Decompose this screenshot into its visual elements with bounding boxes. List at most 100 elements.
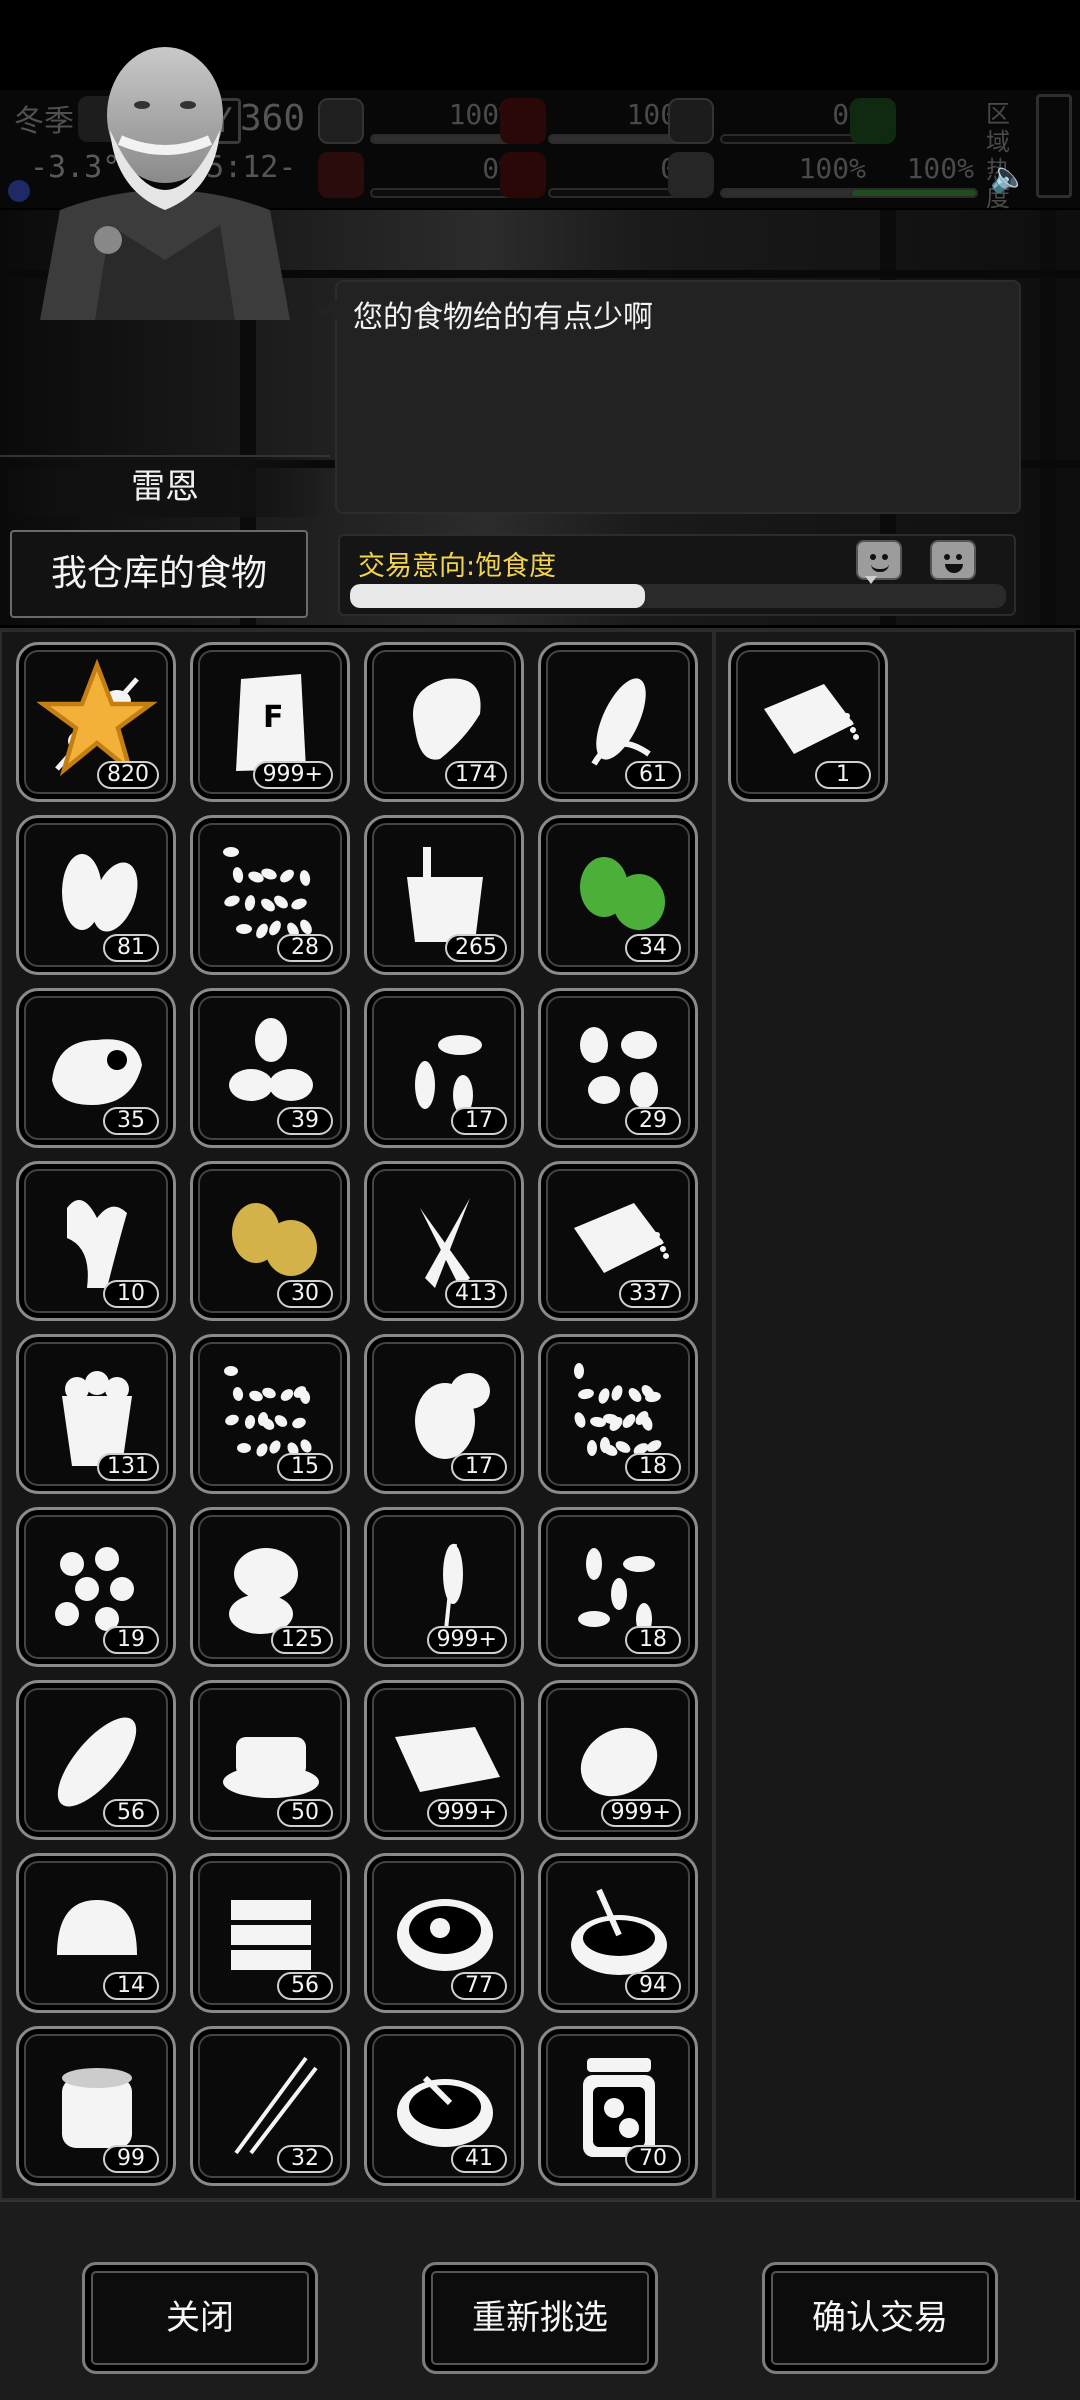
item-count: 265: [445, 934, 507, 962]
item-count: 17: [451, 1107, 507, 1135]
inventory-slot[interactable]: 18: [538, 1507, 698, 1667]
item-count: 999+: [426, 1799, 507, 1827]
item-count: 30: [277, 1280, 333, 1308]
fatigue-stat: 0%: [370, 152, 520, 202]
heat-gauge: [1036, 94, 1072, 198]
item-count: 81: [103, 934, 159, 962]
mood-stat: 100%: [720, 152, 870, 202]
inventory-slot[interactable]: 999+: [364, 1507, 524, 1667]
stomach-icon: [668, 98, 714, 144]
item-count: 14: [103, 1972, 159, 2000]
item-count: 1: [815, 761, 871, 789]
item-count: 18: [625, 1453, 681, 1481]
item-count: 19: [103, 1626, 159, 1654]
item-count: 337: [619, 1280, 681, 1308]
inventory-slot[interactable]: 32: [190, 2026, 350, 2186]
inventory-panel: 820 F 999+ 174 61 81 28 265 34 35 39 17 29 10 30 413 337…: [0, 630, 714, 2200]
inventory-slot[interactable]: 999+: [538, 1680, 698, 1840]
health-stat: 100%: [370, 98, 520, 148]
svg-text:F: F: [263, 700, 284, 735]
item-count: 820: [97, 761, 159, 789]
item-count: 77: [451, 1972, 507, 2000]
inventory-slot[interactable]: 125: [190, 1507, 350, 1667]
inventory-slot[interactable]: 39: [190, 988, 350, 1148]
inventory-slot[interactable]: 17: [364, 1334, 524, 1494]
inventory-slot[interactable]: 19: [16, 1507, 176, 1667]
inventory-slot[interactable]: 41: [364, 2026, 524, 2186]
item-count: 131: [97, 1453, 159, 1481]
item-count: 174: [445, 761, 507, 789]
inventory-slot[interactable]: 131: [16, 1334, 176, 1494]
item-count: 28: [277, 934, 333, 962]
trade-progress-bar: [350, 584, 1006, 608]
inventory-slot[interactable]: 30: [190, 1161, 350, 1321]
dialogue-text: 您的食物给的有点少啊: [353, 300, 653, 335]
item-count: 18: [625, 1626, 681, 1654]
item-count: 999+: [252, 761, 333, 789]
inventory-slot[interactable]: 413: [364, 1161, 524, 1321]
speaker-icon[interactable]: 🔈: [990, 160, 1027, 195]
inventory-slot[interactable]: 820: [16, 642, 176, 802]
inventory-slot[interactable]: 77: [364, 1853, 524, 2013]
heart-icon: [668, 152, 714, 198]
item-count: 999+: [426, 1626, 507, 1654]
item-count: 70: [625, 2145, 681, 2173]
inventory-slot[interactable]: 174: [364, 642, 524, 802]
threshold-marker: [865, 576, 877, 584]
reselect-button[interactable]: 重新挑选: [422, 2262, 658, 2374]
inventory-slot[interactable]: 61: [538, 642, 698, 802]
npc-name: 雷恩: [0, 455, 330, 517]
item-count: 29: [625, 1107, 681, 1135]
item-count: 34: [625, 934, 681, 962]
inventory-slot[interactable]: F 999+: [190, 642, 350, 802]
inventory-slot[interactable]: 14: [16, 1853, 176, 2013]
inventory-slot[interactable]: 56: [190, 1853, 350, 2013]
item-count: 61: [625, 761, 681, 789]
selected-items-panel: 1: [714, 630, 1076, 2200]
item-count: 125: [271, 1626, 333, 1654]
thirst-icon: [500, 152, 546, 198]
sanity-icon: [850, 98, 896, 144]
inventory-slot[interactable]: 70: [538, 2026, 698, 2186]
inventory-slot[interactable]: 94: [538, 1853, 698, 2013]
inventory-slot[interactable]: 34: [538, 815, 698, 975]
inventory-slot[interactable]: 35: [16, 988, 176, 1148]
my-storage-food-button[interactable]: 我仓库的食物: [10, 530, 308, 618]
item-count: 50: [277, 1799, 333, 1827]
inventory-slot[interactable]: 81: [16, 815, 176, 975]
selected-slot[interactable]: 1: [728, 642, 888, 802]
satiety-stat: 0%: [720, 98, 870, 148]
item-count: 10: [103, 1280, 159, 1308]
item-count: 94: [625, 1972, 681, 2000]
inventory-slot[interactable]: 17: [364, 988, 524, 1148]
item-count: 15: [277, 1453, 333, 1481]
inventory-slot[interactable]: 265: [364, 815, 524, 975]
item-count: 17: [451, 1453, 507, 1481]
item-count: 32: [277, 2145, 333, 2173]
inventory-slot[interactable]: 337: [538, 1161, 698, 1321]
inventory-slot[interactable]: 15: [190, 1334, 350, 1494]
trade-intent-label: 交易意向:饱食度: [358, 551, 557, 582]
item-count: 99: [103, 2145, 159, 2173]
item-count: 56: [103, 1799, 159, 1827]
item-count: 413: [445, 1280, 507, 1308]
inventory-slot[interactable]: 99: [16, 2026, 176, 2186]
close-button[interactable]: 关闭: [82, 2262, 318, 2374]
item-count: 56: [277, 1972, 333, 2000]
hunger-icon: [500, 98, 546, 144]
item-count: 41: [451, 2145, 507, 2173]
happy-face-icon: [930, 540, 976, 580]
dialogue-box: 您的食物给的有点少啊: [315, 280, 1021, 514]
inventory-slot[interactable]: 28: [190, 815, 350, 975]
inventory-slot[interactable]: 999+: [364, 1680, 524, 1840]
confirm-trade-button[interactable]: 确认交易: [762, 2262, 998, 2374]
item-count: 39: [277, 1107, 333, 1135]
inventory-slot[interactable]: 10: [16, 1161, 176, 1321]
inventory-slot[interactable]: 18: [538, 1334, 698, 1494]
item-count: 35: [103, 1107, 159, 1135]
inventory-slot[interactable]: 29: [538, 988, 698, 1148]
sanity-stat: 100%: [850, 152, 978, 202]
inventory-slot[interactable]: 50: [190, 1680, 350, 1840]
inventory-slot[interactable]: 56: [16, 1680, 176, 1840]
action-bar: 关闭 重新挑选 确认交易: [0, 2200, 1080, 2400]
